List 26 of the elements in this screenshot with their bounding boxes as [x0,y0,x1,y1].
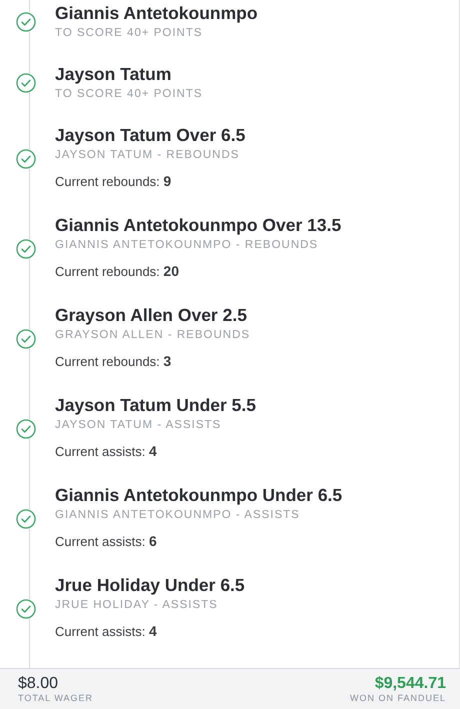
leg-market: GIANNIS ANTETOKOUNMPO - ASSISTS [55,508,301,523]
current-stat: Current rebounds: 9 [55,172,172,191]
leg-title: Giannis Antetokounmpo [55,2,258,24]
leg-market: GIANNIS ANTETOKOUNMPO - REBOUNDS [55,238,320,253]
leg-title: Jrue Holiday Under 6.5 [55,574,245,596]
leg-title: Jayson Tatum [55,63,172,85]
leg-market: TO SCORE 40+ POINTS [55,26,204,41]
current-stat: Current assists: 4 [55,622,158,641]
leg-title: Giannis Antetokounmpo Under 6.5 [55,484,342,506]
leg-title: Jayson Tatum Over 6.5 [55,124,246,146]
current-stat: Current rebounds: 3 [55,352,172,371]
leg-title: Giannis Antetokounmpo Over 13.5 [55,214,342,236]
leg-market: TO SCORE 40+ POINTS [55,87,203,102]
current-stat: Current assists: 6 [55,532,158,551]
leg-market: JAYSON TATUM - REBOUNDS [55,148,240,163]
leg-market: JRUE HOLIDAY - ASSISTS [55,598,219,613]
payout-label: WON ON FANDUEL [350,693,446,704]
current-stat: Current rebounds: 20 [55,262,180,281]
leg-market: JAYSON TATUM - ASSISTS [55,418,222,433]
leg-title: Grayson Allen Over 2.5 [55,304,248,326]
leg-title: Jayson Tatum Under 5.5 [55,394,256,416]
current-stat: Current assists: 4 [55,442,158,461]
wager-label: TOTAL WAGER [18,693,94,704]
wager-amount: $8.00 [18,674,58,693]
payout-amount: $9,544.71 [374,674,446,693]
leg-market: GRAYSON ALLEN - REBOUNDS [55,328,250,343]
